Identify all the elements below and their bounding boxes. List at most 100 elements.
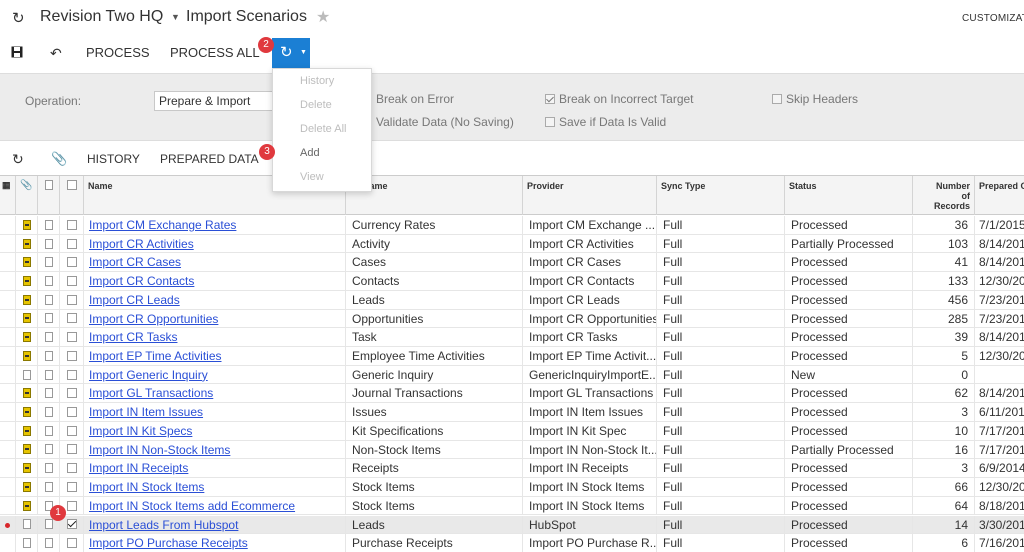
scenario-name-link[interactable]: Import IN Receipts: [84, 459, 346, 479]
row-checkbox[interactable]: [66, 313, 77, 324]
row-select-cell[interactable]: [60, 421, 84, 441]
scenario-name-link[interactable]: Import IN Stock Items add Ecommerce: [84, 496, 346, 516]
row-checkbox[interactable]: [66, 219, 77, 230]
scenario-name-link[interactable]: Import EP Time Activities: [84, 347, 346, 366]
row-note-cell[interactable]: [16, 347, 38, 366]
row-file-cell[interactable]: [38, 421, 60, 441]
row-file-cell[interactable]: [38, 234, 60, 254]
table-row[interactable]: Import IN Stock Items Stock Items Import I…: [0, 478, 1024, 497]
undo-icon[interactable]: ↶: [50, 38, 62, 68]
chevron-down-icon[interactable]: ▼: [171, 12, 180, 22]
select-all-checkbox[interactable]: [60, 176, 84, 215]
scenario-name-link[interactable]: Import CR Opportunities: [84, 309, 346, 329]
scenario-name-link[interactable]: Import GL Transactions: [84, 384, 346, 404]
scenario-name-link[interactable]: Import IN Non-Stock Items: [84, 440, 346, 460]
row-checkbox[interactable]: [66, 257, 77, 268]
row-checkbox[interactable]: [66, 425, 77, 436]
table-row[interactable]: Import IN Kit Specs Kit Specifications Imp…: [0, 421, 1024, 441]
row-select-cell[interactable]: [60, 328, 84, 347]
row-checkbox[interactable]: [66, 350, 77, 361]
menu-item-history[interactable]: History: [300, 75, 334, 87]
row-checkbox[interactable]: [66, 369, 77, 380]
scenario-name-link[interactable]: Import Generic Inquiry: [84, 365, 346, 385]
history-button[interactable]: HISTORY: [87, 144, 140, 174]
column-header-provider[interactable]: Provider: [523, 176, 657, 215]
row-note-cell[interactable]: [16, 421, 38, 441]
process-all-button[interactable]: PROCESS ALL: [170, 38, 260, 68]
row-select-cell[interactable]: [60, 290, 84, 310]
row-note-cell[interactable]: [16, 534, 38, 552]
row-note-cell[interactable]: [16, 496, 38, 516]
row-note-cell[interactable]: [16, 440, 38, 460]
scenario-name-link[interactable]: Import IN Stock Items: [84, 478, 346, 497]
row-note-cell[interactable]: [16, 478, 38, 497]
prepared-data-button[interactable]: PREPARED DATA: [160, 144, 259, 174]
skip-headers-checkbox[interactable]: [772, 94, 782, 104]
row-note-cell[interactable]: [16, 384, 38, 404]
menu-item-view[interactable]: View: [300, 171, 324, 183]
scenario-name-link[interactable]: Import IN Item Issues: [84, 403, 346, 422]
table-row[interactable]: Import IN Non-Stock Items Non-Stock Items…: [0, 440, 1024, 460]
menu-item-delete-all[interactable]: Delete All: [300, 123, 346, 135]
customization-menu[interactable]: CUSTOMIZATI: [962, 13, 1024, 24]
scenario-name-link[interactable]: Import CR Cases: [84, 253, 346, 273]
row-file-cell[interactable]: [38, 347, 60, 366]
row-select-cell[interactable]: [60, 534, 84, 552]
scenario-name-link[interactable]: Import CM Exchange Rates: [84, 216, 346, 235]
row-select-cell[interactable]: [60, 347, 84, 366]
column-header-status[interactable]: Status: [785, 176, 913, 215]
scenario-name-link[interactable]: Import CR Leads: [84, 290, 346, 310]
star-icon[interactable]: ★: [316, 7, 330, 27]
row-note-cell[interactable]: [16, 403, 38, 422]
table-row[interactable]: Import IN Item Issues Issues Import IN Ite…: [0, 403, 1024, 422]
row-note-cell[interactable]: [16, 290, 38, 310]
row-file-cell[interactable]: [38, 459, 60, 479]
row-note-cell[interactable]: [16, 515, 38, 535]
row-select-cell[interactable]: [60, 365, 84, 385]
row-select-cell[interactable]: [60, 440, 84, 460]
row-select-cell[interactable]: [60, 459, 84, 479]
save-if-valid-checkbox[interactable]: [545, 117, 555, 127]
row-file-cell[interactable]: [38, 290, 60, 310]
table-row[interactable]: Import CR Cases Cases Import CR Cases Full P…: [0, 253, 1024, 273]
row-file-cell[interactable]: [38, 253, 60, 273]
table-row[interactable]: Import GL Transactions Journal Transactio…: [0, 384, 1024, 404]
table-row[interactable]: Import CM Exchange Rates Currency Rates Im…: [0, 216, 1024, 235]
scenario-name-link[interactable]: Import CR Contacts: [84, 272, 346, 291]
table-row[interactable]: Import PO Purchase Receipts Purchase Rece…: [0, 534, 1024, 552]
row-checkbox[interactable]: [66, 407, 77, 418]
break-on-incorrect-target-checkbox[interactable]: [545, 94, 555, 104]
row-checkbox[interactable]: [66, 519, 77, 530]
row-note-cell[interactable]: [16, 234, 38, 254]
table-row[interactable]: Import Generic Inquiry Generic Inquiry Gen…: [0, 365, 1024, 385]
row-file-cell[interactable]: [38, 365, 60, 385]
row-file-cell[interactable]: [38, 534, 60, 552]
row-file-cell[interactable]: [38, 478, 60, 497]
row-checkbox[interactable]: [66, 388, 77, 399]
row-note-cell[interactable]: [16, 309, 38, 329]
row-note-cell[interactable]: [16, 459, 38, 479]
row-checkbox[interactable]: [66, 463, 77, 474]
row-select-cell[interactable]: [60, 216, 84, 235]
row-file-cell[interactable]: [38, 216, 60, 235]
row-file-cell[interactable]: [38, 309, 60, 329]
row-select-cell[interactable]: [60, 272, 84, 291]
table-row[interactable]: Import IN Receipts Receipts Import IN Rece…: [0, 459, 1024, 479]
table-row[interactable]: Import IN Stock Items add Ecommerce Stock…: [0, 496, 1024, 516]
refresh-icon[interactable]: ↻: [12, 144, 24, 174]
column-header-screen-name[interactable]: en Name: [346, 176, 523, 215]
table-row[interactable]: Import EP Time Activities Employee Time A…: [0, 347, 1024, 366]
company-name[interactable]: Revision Two HQ: [40, 8, 163, 26]
table-row[interactable]: Import CR Activities Activity Import CR Ac…: [0, 234, 1024, 254]
row-file-cell[interactable]: [38, 403, 60, 422]
row-select-cell[interactable]: [60, 309, 84, 329]
column-header-prepared[interactable]: Prepared O: [975, 176, 1024, 215]
row-checkbox[interactable]: [66, 481, 77, 492]
row-select-cell[interactable]: [60, 478, 84, 497]
table-row[interactable]: Import CR Opportunities Opportunities Impo…: [0, 309, 1024, 329]
row-checkbox[interactable]: [66, 238, 77, 249]
scenario-name-link[interactable]: Import Leads From Hubspot: [84, 515, 346, 535]
row-checkbox[interactable]: [66, 294, 77, 305]
column-header-records[interactable]: Number of Records: [913, 176, 975, 215]
column-header-sync-type[interactable]: Sync Type: [657, 176, 785, 215]
